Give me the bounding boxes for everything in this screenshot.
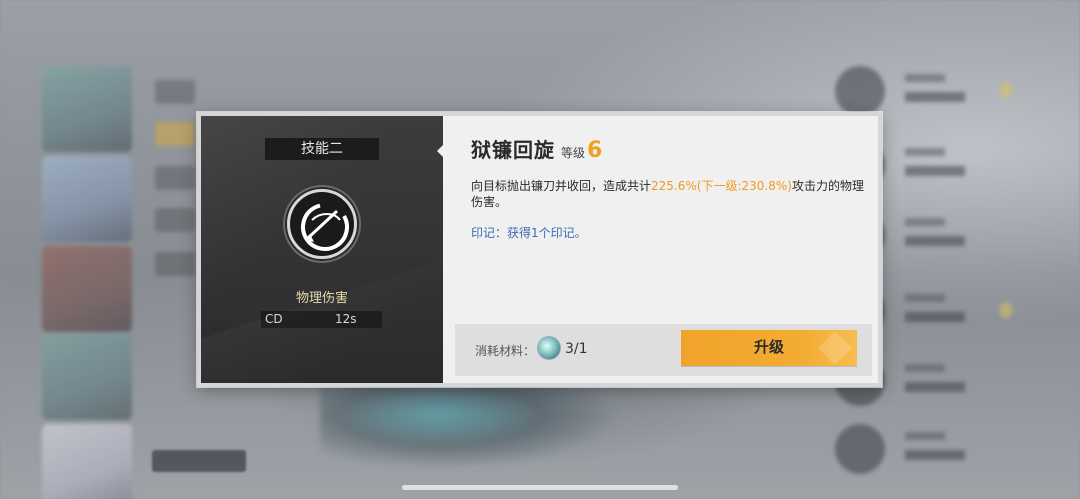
desc-prefix: 向目标抛出镰刀并收回，造成共计 xyxy=(471,179,652,193)
skill-list-item xyxy=(835,424,1015,474)
cooldown-value: 12s xyxy=(335,312,357,326)
character-portrait xyxy=(42,66,132,152)
character-portrait xyxy=(42,334,132,420)
skill-slot-label: 技能二 xyxy=(265,138,379,160)
menu-item xyxy=(155,166,195,190)
mark-effect: 印记：获得1个印记。 xyxy=(471,226,587,240)
scythe-spin-icon xyxy=(287,189,357,259)
cooldown-bar: CD 12s xyxy=(261,311,382,328)
skill-title-row: 狱镰回旋 等级 6 xyxy=(471,134,602,163)
material-label: 消耗材料： xyxy=(475,344,536,358)
skill-info-panel: 狱镰回旋 等级 6 向目标抛出镰刀并收回，造成共计225.6%(下一级:230.… xyxy=(443,116,878,383)
character-portrait xyxy=(42,246,132,332)
character-portrait xyxy=(42,424,132,499)
level-label: 等级 xyxy=(561,146,586,160)
skill-description: 向目标抛出镰刀并收回，造成共计225.6%(下一级:230.8%)攻击力的物理伤… xyxy=(471,178,871,210)
character-portrait xyxy=(42,156,132,242)
background-tag xyxy=(152,450,246,472)
menu-item xyxy=(155,122,195,146)
cooldown-label: CD xyxy=(265,312,283,326)
skill-name: 狱镰回旋 xyxy=(471,138,555,162)
menu-item xyxy=(155,80,195,104)
damage-multiplier: 225.6%(下一级:230.8%) xyxy=(651,179,792,193)
skill-summary-panel: 技能二 物理伤害 CD 12s xyxy=(201,116,443,383)
home-indicator[interactable] xyxy=(402,485,678,490)
upgrade-button[interactable]: 升级 xyxy=(681,330,857,366)
skill-detail-dialog: 技能二 物理伤害 CD 12s 狱镰回旋 等级 6 向目标抛出镰刀并收回，造成共… xyxy=(197,112,882,387)
upgrade-bar: 消耗材料： 3/1 升级 xyxy=(455,324,872,376)
level-value: 6 xyxy=(587,138,603,163)
skill-list-item xyxy=(835,66,1015,116)
menu-item xyxy=(155,208,195,232)
skill-core-icon xyxy=(537,336,561,360)
menu-item xyxy=(155,252,195,276)
material-count: 3/1 xyxy=(565,341,588,357)
damage-type: 物理伤害 xyxy=(295,291,348,306)
